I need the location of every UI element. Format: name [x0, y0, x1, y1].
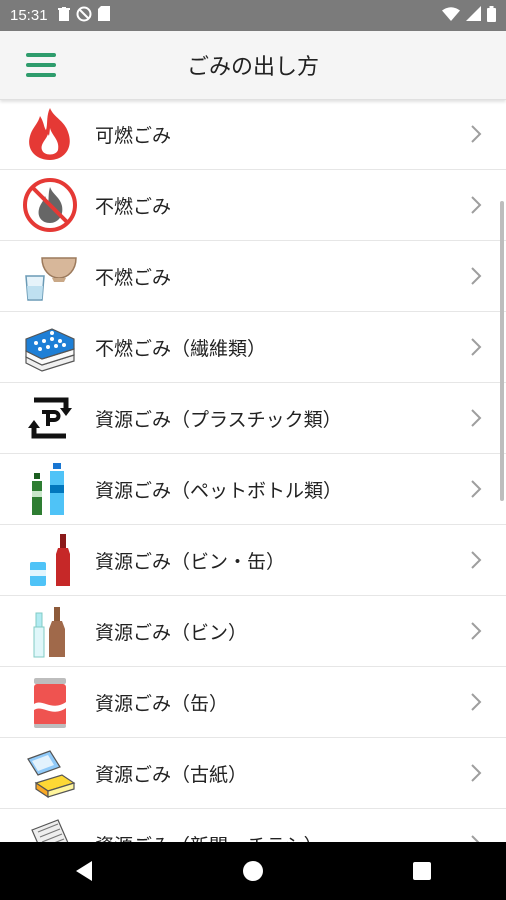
item-label: 資源ごみ（缶）: [95, 692, 229, 715]
waste-paper-icon: [22, 745, 78, 801]
page-title: ごみの出し方: [186, 55, 319, 80]
chevron-right-icon: [471, 338, 482, 356]
back-icon[interactable]: [64, 851, 104, 891]
recents-icon[interactable]: [402, 851, 442, 891]
hamburger-menu-icon[interactable]: [26, 46, 64, 84]
sd-card-icon: [97, 6, 110, 25]
chevron-right-icon: [471, 125, 482, 143]
status-bar: 15:31: [0, 0, 506, 31]
list-item[interactable]: 不燃ごみ: [0, 241, 506, 312]
battery-icon: [487, 5, 496, 26]
list-item[interactable]: 資源ごみ（プラスチック類）: [0, 383, 506, 454]
chevron-right-icon: [471, 622, 482, 640]
glass-bottles-icon: [22, 603, 78, 659]
scrollbar[interactable]: [500, 201, 504, 501]
item-label: 不燃ごみ: [95, 195, 172, 218]
folded-textiles-icon: [22, 319, 78, 375]
chevron-right-icon: [471, 196, 482, 214]
trash-icon: [57, 6, 70, 25]
chevron-right-icon: [471, 764, 482, 782]
item-label: 資源ごみ（古紙）: [95, 763, 248, 786]
list-item[interactable]: 可燃ごみ: [0, 99, 506, 170]
navigation-bar: [0, 842, 506, 900]
home-icon[interactable]: [233, 851, 273, 891]
newspaper-icon: [22, 816, 78, 842]
can-and-bottle-icon: [22, 532, 78, 588]
list-item[interactable]: 資源ごみ（ビン・缶）: [0, 525, 506, 596]
chevron-right-icon: [471, 693, 482, 711]
pet-bottles-icon: [22, 461, 78, 517]
item-label: 資源ごみ（ビン）: [95, 621, 248, 644]
item-label: 不燃ごみ（繊維類）: [95, 337, 267, 360]
chevron-right-icon: [471, 835, 480, 842]
wifi-icon: [442, 6, 460, 25]
status-time: 15:31: [10, 7, 48, 24]
chevron-right-icon: [471, 480, 482, 498]
list-item[interactable]: 資源ごみ（缶）: [0, 667, 506, 738]
item-label: 資源ごみ（新聞・チラシ）: [95, 831, 323, 843]
chevron-right-icon: [471, 551, 482, 569]
garbage-category-list: 可燃ごみ 不燃ごみ 不燃ごみ 不燃ごみ（繊維類） 資源ごみ（プラスチック類） 資…: [0, 99, 506, 842]
app-bar: ごみの出し方: [0, 31, 506, 100]
plastic-recycle-mark-icon: [22, 390, 78, 446]
item-label: 可燃ごみ: [95, 124, 172, 147]
aluminum-can-icon: [22, 674, 78, 730]
chevron-right-icon: [471, 409, 482, 427]
list-item[interactable]: 資源ごみ（新聞・チラシ）: [0, 809, 506, 842]
burnable-fire-icon: [22, 106, 78, 162]
item-label: 資源ごみ（ビン・缶）: [95, 550, 286, 573]
item-label: 不燃ごみ: [95, 266, 172, 289]
list-item[interactable]: 資源ごみ（ペットボトル類）: [0, 454, 506, 525]
list-item[interactable]: 資源ごみ（古紙）: [0, 738, 506, 809]
non-burnable-prohibited-fire-icon: [22, 177, 78, 233]
list-item[interactable]: 資源ごみ（ビン）: [0, 596, 506, 667]
list-item[interactable]: 不燃ごみ（繊維類）: [0, 312, 506, 383]
signal-icon: [466, 6, 481, 25]
do-not-disturb-icon: [76, 6, 92, 26]
item-label: 資源ごみ（プラスチック類）: [95, 408, 342, 431]
list-item[interactable]: 不燃ごみ: [0, 170, 506, 241]
item-label: 資源ごみ（ペットボトル類）: [95, 479, 343, 502]
chevron-right-icon: [471, 267, 482, 285]
bowl-and-cup-icon: [22, 248, 78, 304]
